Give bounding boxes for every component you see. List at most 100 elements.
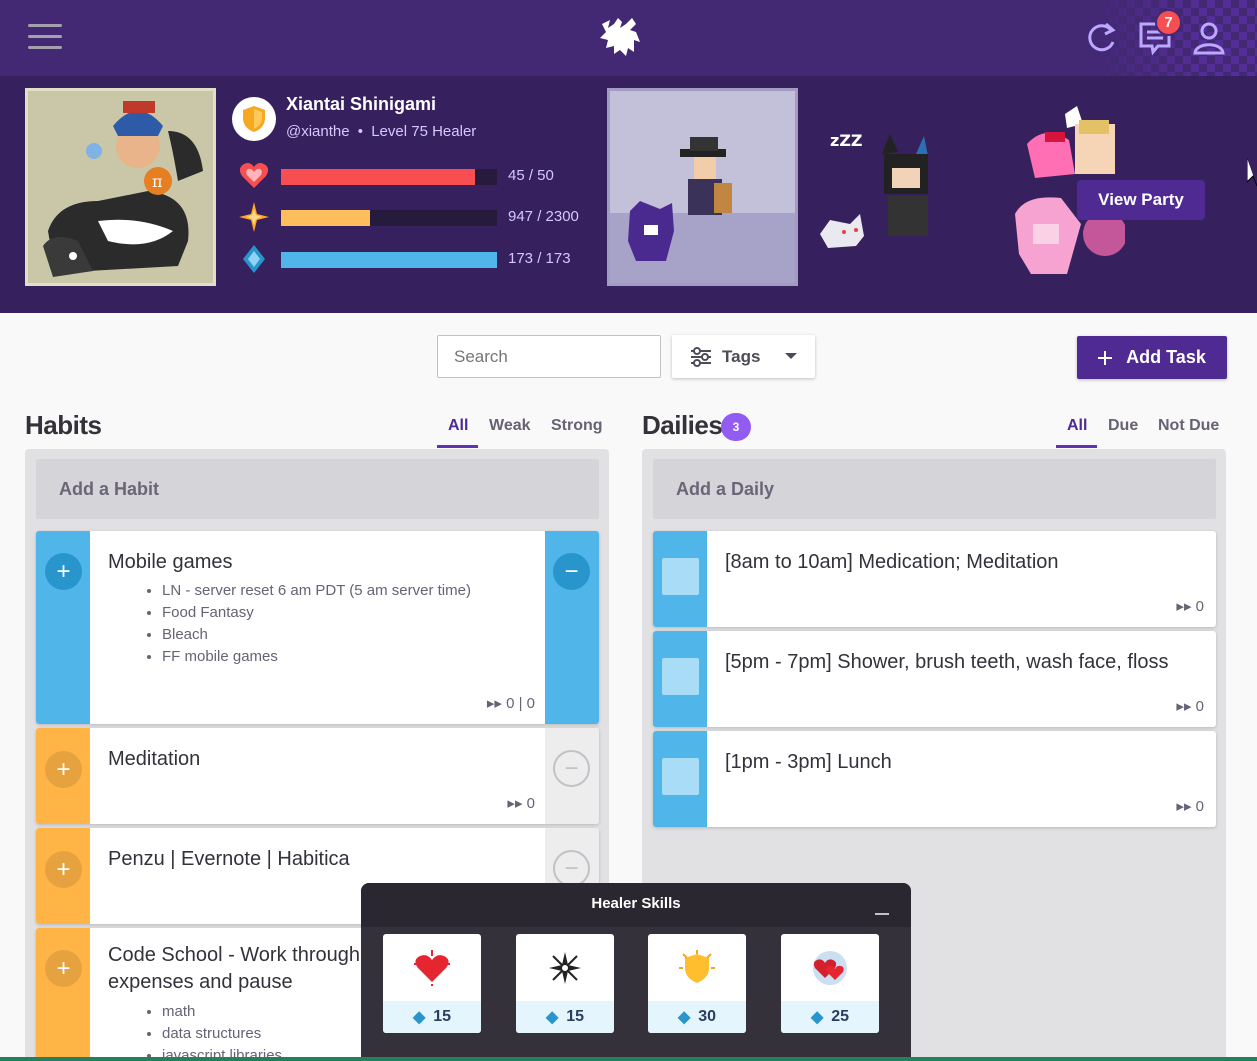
fast-forward-icon: ▸▸	[486, 695, 502, 712]
protective-aura-icon	[679, 950, 715, 983]
habit-minus-area[interactable]: −	[545, 728, 599, 824]
searing-brightness-icon	[549, 952, 581, 984]
search-input[interactable]	[437, 335, 661, 378]
mana-icon: ◆	[412, 1009, 426, 1026]
notification-badge[interactable]: 7	[1155, 9, 1182, 36]
note-item: Bleach	[162, 624, 471, 646]
daily-check-area[interactable]	[653, 731, 707, 827]
tags-label: Tags	[722, 346, 761, 366]
gryphon-logo-icon[interactable]	[596, 14, 642, 58]
daily-task[interactable]: [8am to 10am] Medication; Meditation ▸▸ …	[653, 531, 1216, 627]
habit-minus-area[interactable]: −	[545, 531, 599, 724]
habits-filter-all[interactable]: All	[448, 417, 468, 435]
health-value: 45 / 50	[508, 167, 554, 184]
habit-plus-area[interactable]: +	[36, 828, 90, 924]
habits-filter-weak[interactable]: Weak	[489, 417, 531, 435]
plus-icon[interactable]: +	[45, 851, 82, 888]
task-title: Mobile games	[108, 551, 233, 573]
streak-counter: ▸▸ 0	[1176, 597, 1204, 615]
streak-value: 0 | 0	[506, 695, 535, 712]
daily-check-area[interactable]	[653, 631, 707, 727]
class-shield-icon	[232, 97, 276, 141]
task-title: [1pm - 3pm] Lunch	[725, 751, 892, 773]
habit-plus-area[interactable]: +	[36, 728, 90, 824]
note-item: math	[162, 1001, 282, 1023]
plus-icon[interactable]: +	[45, 950, 82, 987]
task-title-line: Code School - Work through m	[108, 944, 383, 966]
habit-plus-area[interactable]: +	[36, 531, 90, 724]
party-member-avatar[interactable]	[607, 88, 798, 286]
avatar-sprite: π	[43, 101, 203, 277]
skill-blessing[interactable]: ◆ 25	[781, 934, 879, 1033]
plus-icon	[1098, 350, 1113, 365]
dailies-title: Dailies	[642, 410, 723, 440]
minus-icon[interactable]: −	[553, 750, 590, 787]
skill-searing-brightness[interactable]: ◆ 15	[516, 934, 614, 1033]
avatar[interactable]: π	[25, 88, 216, 286]
experience-bar-fill	[281, 210, 370, 226]
tags-dropdown[interactable]: Tags	[672, 335, 815, 378]
dailies-filter-due[interactable]: Due	[1108, 417, 1138, 435]
daily-task[interactable]: [1pm - 3pm] Lunch ▸▸ 0	[653, 731, 1216, 827]
add-task-label: Add Task	[1126, 347, 1206, 367]
view-party-button[interactable]: View Party	[1077, 180, 1205, 220]
note-item: LN - server reset 6 am PDT (5 am server …	[162, 580, 471, 602]
task-notes: math data structures javascript librarie…	[162, 1001, 282, 1061]
profile-header: π Xiantai Shinigami @xianthe • Level 75 …	[0, 76, 1257, 313]
minus-icon[interactable]: −	[553, 850, 590, 887]
daily-checkbox[interactable]	[662, 658, 699, 695]
plus-icon[interactable]: +	[45, 751, 82, 788]
health-bar-fill	[281, 169, 476, 185]
note-item: Food Fantasy	[162, 602, 471, 624]
skill-cost-value: 15	[433, 1008, 452, 1025]
note-item: data structures	[162, 1023, 282, 1045]
dailies-filter-not-due[interactable]: Not Due	[1158, 417, 1219, 435]
add-habit-input[interactable]: Add a Habit	[36, 459, 599, 519]
mana-bar	[281, 252, 497, 268]
daily-check-area[interactable]	[653, 531, 707, 627]
mana-icon: ◆	[677, 1009, 691, 1026]
dailies-count-badge: 3	[721, 413, 751, 441]
dailies-filter-all[interactable]: All	[1067, 417, 1087, 435]
healer-skills-drawer: Healer Skills ◆ 15 ◆ 15 ◆ 30 ◆ 25	[361, 883, 911, 1061]
sync-icon[interactable]	[1084, 20, 1118, 56]
streak-value: 0	[1195, 698, 1204, 715]
skill-cost-value: 30	[698, 1008, 717, 1025]
meta-separator: •	[357, 123, 364, 140]
plus-icon[interactable]: +	[45, 553, 82, 590]
habit-task[interactable]: + Mobile games LN - server reset 6 am PD…	[36, 531, 599, 724]
streak-counter: ▸▸ 0	[507, 794, 535, 812]
habit-plus-area[interactable]: +	[36, 928, 90, 1061]
skill-cost: ◆ 15	[516, 1001, 614, 1033]
health-icon	[239, 163, 269, 188]
user-icon[interactable]	[1192, 20, 1226, 56]
task-title: Code School - Work through m expenses an…	[108, 942, 382, 996]
daily-task[interactable]: [5pm - 7pm] Shower, brush teeth, wash fa…	[653, 631, 1216, 727]
minus-icon[interactable]: −	[553, 553, 590, 590]
streak-counter: ▸▸ 0	[1176, 797, 1204, 815]
username: Xiantai Shinigami	[286, 94, 437, 114]
mana-bar-fill	[281, 252, 497, 268]
skill-cost: ◆ 30	[648, 1001, 746, 1033]
hamburger-menu-icon[interactable]	[28, 24, 62, 52]
add-task-button[interactable]: Add Task	[1077, 336, 1227, 379]
party-member-sprite	[628, 137, 732, 261]
fast-forward-icon: ▸▸	[1176, 798, 1192, 815]
blessing-icon	[813, 951, 847, 985]
task-notes: LN - server reset 6 am PDT (5 am server …	[162, 580, 471, 668]
skill-healing-light[interactable]: ◆ 15	[383, 934, 481, 1033]
daily-checkbox[interactable]	[662, 758, 699, 795]
health-bar	[281, 169, 497, 185]
skill-cost-value: 25	[831, 1008, 850, 1025]
daily-checkbox[interactable]	[662, 558, 699, 595]
healing-light-icon	[414, 950, 450, 986]
fast-forward-icon: ▸▸	[507, 795, 523, 812]
add-daily-input[interactable]: Add a Daily	[653, 459, 1216, 519]
skill-protective-aura[interactable]: ◆ 30	[648, 934, 746, 1033]
minimize-icon[interactable]	[875, 913, 889, 915]
habits-filter-strong[interactable]: Strong	[551, 417, 603, 435]
fast-forward-icon: ▸▸	[1176, 698, 1192, 715]
skills-title[interactable]: Healer Skills	[361, 883, 911, 927]
task-title: [5pm - 7pm] Shower, brush teeth, wash fa…	[725, 651, 1169, 673]
habit-task[interactable]: + Meditation ▸▸ 0 −	[36, 728, 599, 824]
